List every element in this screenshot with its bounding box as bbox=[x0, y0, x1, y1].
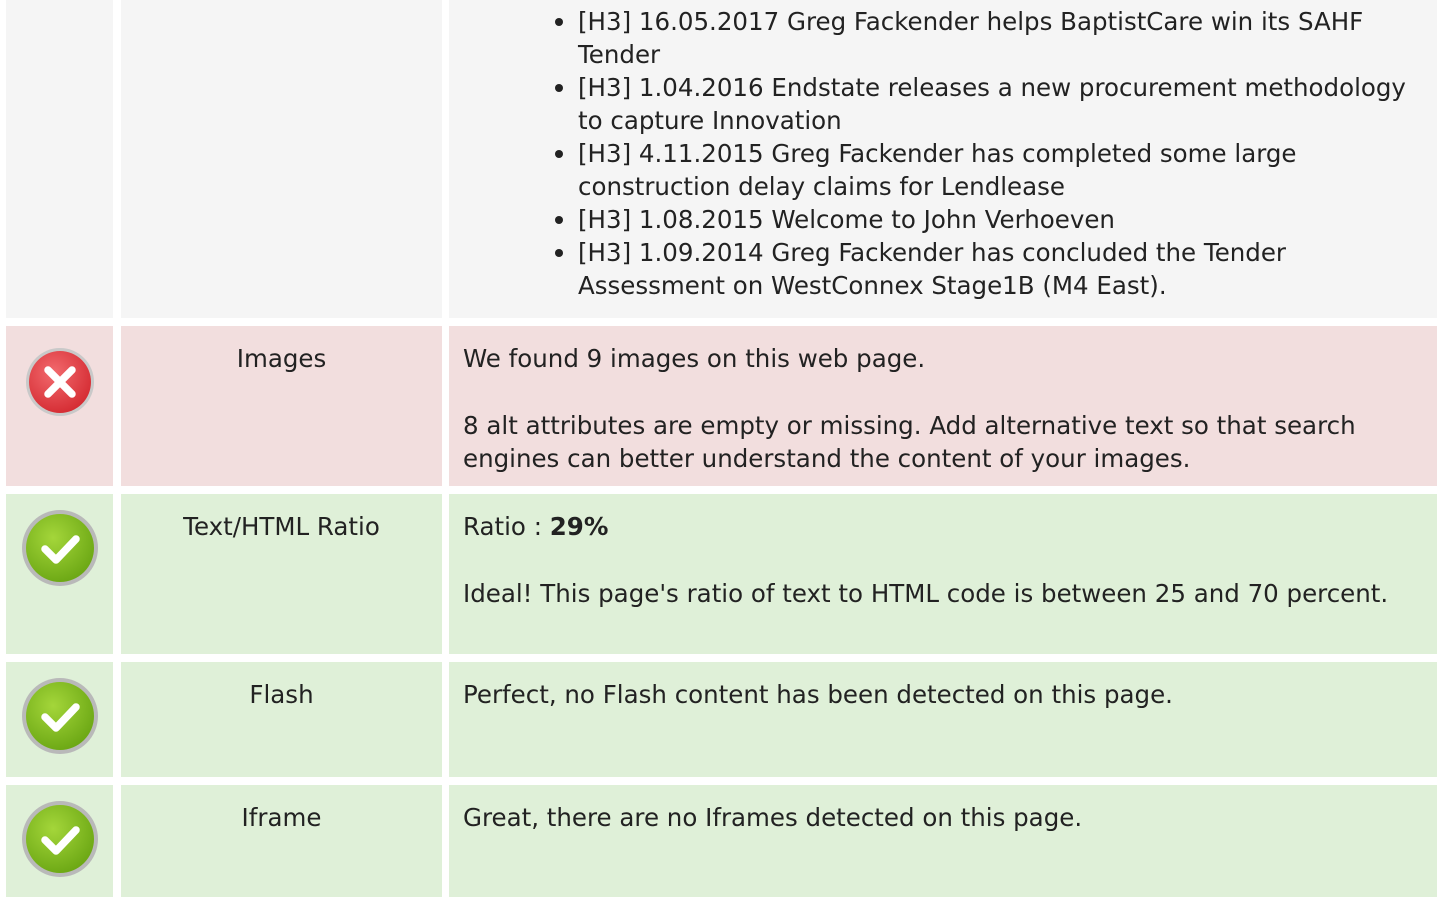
heading-item: [H3] 16.05.2017 Greg Fackender helps Bap… bbox=[555, 5, 1423, 71]
content-cell: Perfect, no Flash content has been detec… bbox=[449, 662, 1437, 777]
heading-item: [H3] 1.04.2016 Endstate releases a new p… bbox=[555, 71, 1423, 137]
status-cell bbox=[6, 662, 113, 777]
flash-row: Flash Perfect, no Flash content has been… bbox=[0, 662, 1441, 777]
check-icon bbox=[21, 678, 98, 754]
check-icon bbox=[21, 801, 98, 877]
content-cell: We found 9 images on this web page. 8 al… bbox=[449, 326, 1437, 486]
row-label: Iframe bbox=[121, 785, 442, 897]
headings-row: [H3] 16.05.2017 Greg Fackender helps Bap… bbox=[0, 0, 1441, 318]
status-cell bbox=[6, 494, 113, 654]
seo-report-table: [H3] 16.05.2017 Greg Fackender helps Bap… bbox=[0, 0, 1441, 897]
content-cell: [H3] 16.05.2017 Greg Fackender helps Bap… bbox=[449, 0, 1437, 318]
ratio-description: Ideal! This page's ratio of text to HTML… bbox=[463, 579, 1389, 608]
label-cell bbox=[121, 0, 442, 318]
status-cell bbox=[6, 326, 113, 486]
flash-description: Perfect, no Flash content has been detec… bbox=[463, 680, 1173, 709]
row-label: Images bbox=[121, 326, 442, 486]
images-alt-text: 8 alt attributes are empty or missing. A… bbox=[463, 411, 1356, 473]
iframe-description: Great, there are no Iframes detected on … bbox=[463, 803, 1083, 832]
content-cell: Ratio : 29% Ideal! This page's ratio of … bbox=[449, 494, 1437, 654]
row-label: Flash bbox=[121, 662, 442, 777]
status-cell bbox=[6, 0, 113, 318]
images-row: Images We found 9 images on this web pag… bbox=[0, 326, 1441, 486]
heading-item: [H3] 1.08.2015 Welcome to John Verhoeven bbox=[555, 203, 1423, 236]
error-x-icon bbox=[25, 348, 94, 416]
heading-item: [H3] 4.11.2015 Greg Fackender has comple… bbox=[555, 137, 1423, 203]
headings-list: [H3] 16.05.2017 Greg Fackender helps Bap… bbox=[463, 5, 1423, 302]
heading-item: [H3] 1.09.2014 Greg Fackender has conclu… bbox=[555, 236, 1423, 302]
check-icon bbox=[21, 510, 98, 586]
ratio-value: 29% bbox=[549, 512, 609, 541]
row-label: Text/HTML Ratio bbox=[121, 494, 442, 654]
text-html-ratio-row: Text/HTML Ratio Ratio : 29% Ideal! This … bbox=[0, 494, 1441, 654]
ratio-prefix: Ratio : bbox=[463, 512, 550, 541]
ratio-line: Ratio : 29% bbox=[463, 510, 1423, 543]
iframe-row: Iframe Great, there are no Iframes detec… bbox=[0, 785, 1441, 897]
status-cell bbox=[6, 785, 113, 897]
content-cell: Great, there are no Iframes detected on … bbox=[449, 785, 1437, 897]
images-count-text: We found 9 images on this web page. bbox=[463, 344, 926, 373]
